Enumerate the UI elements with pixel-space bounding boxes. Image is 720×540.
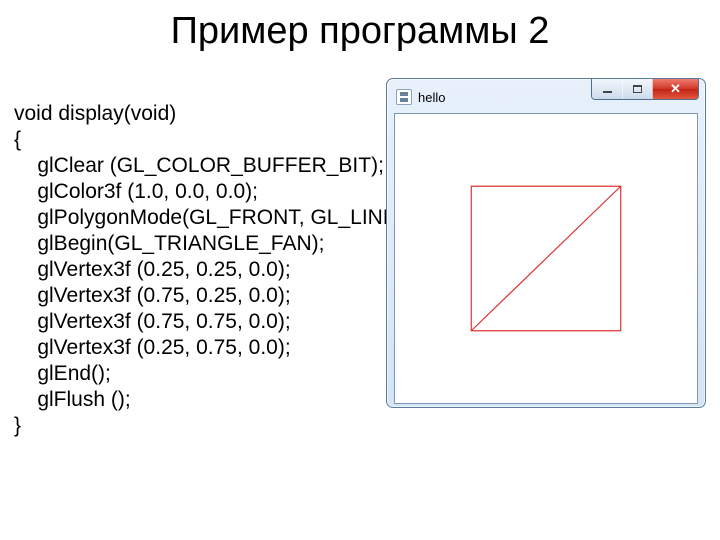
window-icon xyxy=(396,89,412,105)
close-button[interactable]: ✕ xyxy=(652,79,698,99)
output-window: hello ✕ xyxy=(386,78,706,408)
window-client-area xyxy=(394,113,698,404)
slide-title: Пример программы 2 xyxy=(0,0,720,53)
code-block: void display(void) { glClear (GL_COLOR_B… xyxy=(14,101,410,439)
opengl-output xyxy=(395,114,697,403)
maximize-button[interactable] xyxy=(622,79,652,99)
minimize-button[interactable] xyxy=(592,79,622,99)
